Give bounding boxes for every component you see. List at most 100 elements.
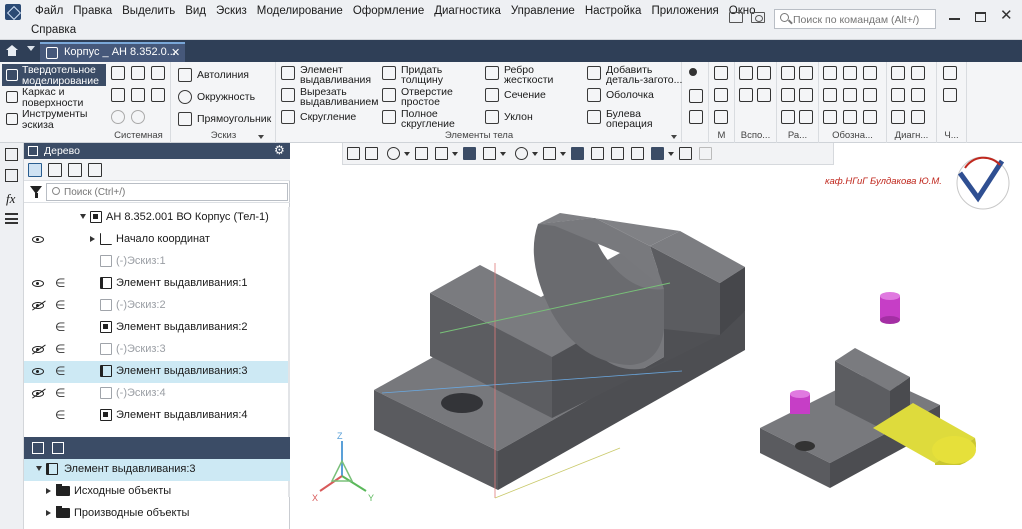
pencil-icon[interactable] — [699, 147, 712, 160]
menu-item[interactable]: Приложения — [646, 4, 723, 18]
eye-hidden-icon[interactable] — [32, 346, 44, 353]
tree-structure-icon[interactable] — [28, 163, 42, 177]
calc-icon[interactable] — [781, 110, 795, 124]
axis-icon[interactable] — [739, 88, 753, 102]
open-folder-icon[interactable] — [131, 66, 145, 80]
ribbon-mode-item[interactable]: Каркас и поверхности — [2, 86, 106, 108]
document-tab[interactable]: Корпус _ АН 8.352.0... ✕ — [40, 42, 185, 62]
command-search[interactable] — [774, 9, 936, 29]
tree-components-icon[interactable] — [68, 163, 82, 177]
chevron-down-icon[interactable] — [560, 152, 566, 156]
orientation-icon[interactable] — [435, 147, 448, 160]
eye-icon[interactable] — [32, 280, 44, 287]
save-all-icon[interactable] — [151, 88, 165, 102]
chevron-down-icon[interactable] — [532, 152, 538, 156]
filter-icon[interactable] — [30, 186, 42, 198]
wireframe-view-icon[interactable] — [483, 147, 496, 160]
tree-row[interactable]: ∈ (-)Эскиз:3 — [24, 339, 290, 361]
close-tab-icon[interactable]: ✕ — [171, 46, 180, 59]
hamburger-menu-icon[interactable] — [5, 213, 18, 224]
preview-icon[interactable] — [131, 88, 145, 102]
menu-item[interactable]: Эскиз — [211, 4, 252, 18]
chevron-down-icon[interactable] — [452, 152, 458, 156]
eye-icon[interactable] — [32, 236, 44, 243]
dots-icon[interactable] — [714, 66, 728, 80]
redo-icon[interactable] — [131, 110, 145, 124]
layers-icon[interactable] — [631, 147, 644, 160]
measure-view-icon[interactable] — [571, 147, 584, 160]
undo-icon[interactable] — [111, 110, 125, 124]
home-icon[interactable] — [6, 45, 18, 56]
eye-hidden-icon[interactable] — [32, 390, 44, 397]
gear-icon[interactable]: ⚙ — [274, 143, 285, 157]
shaded-view-icon[interactable] — [463, 147, 476, 160]
menu-item[interactable]: Вид — [180, 4, 211, 18]
print-icon[interactable] — [111, 88, 125, 102]
radius-dim-icon[interactable] — [863, 66, 877, 80]
angle-dim-icon[interactable] — [843, 66, 857, 80]
mass-icon[interactable] — [781, 88, 795, 102]
material-icon[interactable] — [799, 110, 813, 124]
chevron-down-icon[interactable] — [27, 46, 35, 51]
coordinate-system-icon[interactable] — [347, 147, 360, 160]
tree-row[interactable]: ∈ (-)Эскиз:2 — [24, 295, 290, 317]
command-search-input[interactable] — [793, 12, 933, 27]
tree-row[interactable]: ∈ (-)Эскиз:4 — [24, 383, 290, 405]
eye-icon[interactable] — [32, 368, 44, 375]
tree-row[interactable]: Начало координат — [24, 229, 290, 251]
chevron-down-icon[interactable] — [671, 135, 677, 139]
deviation-icon[interactable] — [891, 88, 905, 102]
tree-row[interactable]: ∈ Элемент выдавливания:2 — [24, 317, 290, 339]
diag-check-icon[interactable] — [911, 66, 925, 80]
tree-row[interactable]: ∈ Элемент выдавливания:1 — [24, 273, 290, 295]
ruler-icon[interactable] — [799, 66, 813, 80]
layout-icon[interactable] — [729, 12, 743, 23]
main-part[interactable] — [374, 213, 745, 499]
menu-item[interactable]: Выделить — [117, 4, 180, 18]
variables-fx-icon[interactable]: fx — [6, 191, 15, 207]
chevron-right-icon[interactable] — [46, 510, 51, 516]
menu-item[interactable]: Моделирование — [252, 4, 348, 18]
subtree-row[interactable]: Элемент выдавливания:3 — [24, 459, 290, 481]
zoom-icon[interactable] — [387, 147, 400, 160]
eye-hidden-icon[interactable] — [32, 302, 44, 309]
tool-icon[interactable] — [714, 110, 728, 124]
new-file-icon[interactable] — [111, 66, 125, 80]
diag-icon[interactable] — [891, 66, 905, 80]
tree-filter-icon[interactable] — [88, 163, 102, 177]
mark-icon[interactable] — [843, 110, 857, 124]
leader-icon[interactable] — [823, 110, 837, 124]
menu-item[interactable]: Диагностика — [429, 4, 506, 18]
spec-icon[interactable] — [943, 88, 957, 102]
menu-item[interactable]: Правка — [68, 4, 117, 18]
properties-icon[interactable] — [52, 442, 64, 454]
ribbon-mode-item[interactable]: Твердотельное моделирование — [2, 64, 106, 86]
zoom-all-icon[interactable] — [365, 147, 378, 160]
curve-icon[interactable] — [689, 89, 703, 103]
axis-triad[interactable]: Z X Y — [312, 431, 374, 503]
filter-view-icon[interactable] — [651, 147, 664, 160]
roughness-icon[interactable] — [823, 88, 837, 102]
3d-viewport[interactable]: Z X Y каф.НГиГ Булдакова Ю.М. — [290, 143, 1022, 529]
chevron-down-icon[interactable] — [404, 152, 410, 156]
menu-item[interactable]: Оформление — [348, 4, 429, 18]
save-icon[interactable] — [151, 66, 165, 80]
measure-icon[interactable] — [781, 66, 795, 80]
pan-icon[interactable] — [415, 147, 428, 160]
tree-row[interactable]: ∈ Элемент выдавливания:3 — [24, 361, 290, 383]
grid-icon[interactable] — [689, 110, 703, 124]
tree-row[interactable]: ∈ Элемент выдавливания:4 — [24, 405, 290, 427]
point-icon[interactable] — [689, 68, 697, 76]
check-icon[interactable] — [799, 88, 813, 102]
chevron-down-icon[interactable] — [500, 152, 506, 156]
tolerance-icon[interactable] — [863, 88, 877, 102]
snap-icon[interactable] — [591, 147, 604, 160]
tree-panel-icon[interactable] — [5, 148, 18, 161]
chevron-down-icon[interactable] — [80, 214, 86, 219]
axis-point-icon[interactable] — [757, 88, 771, 102]
chevron-down-icon[interactable] — [668, 152, 674, 156]
tree-structure-icon[interactable] — [32, 442, 44, 454]
subtree-row[interactable]: Производные объекты — [24, 503, 290, 525]
tree-search-input[interactable] — [64, 185, 279, 199]
base-icon[interactable] — [843, 88, 857, 102]
